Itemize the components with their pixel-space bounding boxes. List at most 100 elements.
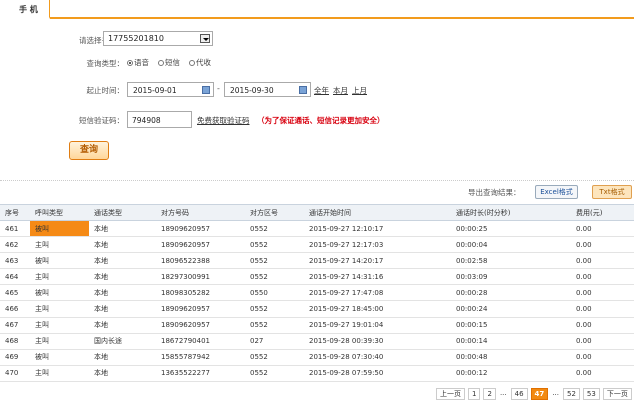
- table-row: 468 主叫 国内长途 18672790401 027 2015-09-28 00:39:…: [0, 333, 634, 350]
- cell-comm-type: 本地: [89, 252, 156, 270]
- cell-fee: 0.00: [571, 365, 634, 382]
- cell-call-type: 被叫: [30, 284, 89, 302]
- radio-sms-label: 短信: [165, 58, 180, 67]
- cell-duration: 00:00:04: [451, 236, 571, 254]
- cell-fee: 0.00: [571, 252, 634, 270]
- page-52[interactable]: 52: [562, 388, 580, 400]
- cell-fee: 0.00: [571, 268, 634, 286]
- cell-call-type: 主叫: [30, 300, 89, 318]
- start-date-input[interactable]: 2015-09-01: [127, 82, 214, 97]
- cell-comm-type: 本地: [89, 300, 156, 318]
- cell-call-type: 主叫: [30, 268, 89, 286]
- page-53[interactable]: 53: [582, 388, 600, 400]
- call-records-table: 序号 呼叫类型 通话类型 对方号码 对方区号 通话开始时间 通话时长(时分秒) …: [0, 204, 634, 382]
- cell-call-type: 被叫: [30, 220, 89, 238]
- cell-number: 18909620957: [156, 300, 245, 318]
- cell-fee: 0.00: [571, 284, 634, 302]
- radio-unchecked-icon: [189, 59, 195, 66]
- cell-duration: 00:00:12: [451, 365, 571, 382]
- table-row: 470 主叫 本地 13635522277 0552 2015-09-28 07:59:5…: [0, 365, 634, 382]
- sms-code-label: 短信验证码：: [79, 116, 124, 125]
- phone-select[interactable]: 17755201810: [103, 31, 213, 46]
- cell-comm-type: 本地: [89, 220, 156, 238]
- table-header-row: 序号 呼叫类型 通话类型 对方号码 对方区号 通话开始时间 通话时长(时分秒) …: [0, 204, 634, 221]
- cell-number: 15855787942: [156, 349, 245, 366]
- tab-mobile[interactable]: 手 机: [0, 0, 50, 19]
- get-code-link[interactable]: 免费获取验证码: [197, 115, 250, 126]
- cell-fee: 0.00: [571, 333, 634, 350]
- query-button[interactable]: 查询: [69, 141, 109, 160]
- export-excel-button[interactable]: Excel格式: [535, 185, 578, 199]
- tab-bar: 手 机: [0, 0, 634, 19]
- cell-number: 18297300991: [156, 268, 245, 286]
- link-last-month[interactable]: 上月: [352, 85, 367, 96]
- cell-area: 0552: [245, 300, 304, 318]
- table-row: 469 被叫 本地 15855787942 0552 2015-09-28 07:30:4…: [0, 349, 634, 366]
- col-header-area: 对方区号: [245, 204, 304, 221]
- cell-duration: 00:02:58: [451, 252, 571, 270]
- sms-code-input[interactable]: 794908: [127, 111, 192, 128]
- cell-comm-type: 本地: [89, 317, 156, 334]
- end-date-value: 2015-09-30: [230, 86, 274, 95]
- page-1[interactable]: 1: [468, 388, 481, 400]
- col-header-fee: 费用(元): [571, 204, 634, 221]
- cell-duration: 00:00:48: [451, 349, 571, 366]
- radio-voice[interactable]: 语音: [127, 57, 149, 68]
- cell-area: 0552: [245, 349, 304, 366]
- cell-start-time: 2015-09-27 12:10:17: [304, 220, 451, 238]
- cell-area: 0552: [245, 365, 304, 382]
- cell-start-time: 2015-09-27 14:31:16: [304, 268, 451, 286]
- cell-start-time: 2015-09-27 17:47:08: [304, 284, 451, 302]
- calendar-icon[interactable]: [202, 86, 210, 94]
- cell-comm-type: 国内长途: [89, 333, 156, 350]
- cell-fee: 0.00: [571, 236, 634, 254]
- calendar-icon[interactable]: [299, 86, 307, 94]
- cell-fee: 0.00: [571, 317, 634, 334]
- cell-duration: 00:00:25: [451, 220, 571, 238]
- cell-index: 464: [0, 268, 30, 286]
- cell-start-time: 2015-09-27 18:45:00: [304, 300, 451, 318]
- link-this-month[interactable]: 本月: [333, 85, 348, 96]
- table-row: 463 被叫 本地 18096522388 0552 2015-09-27 14:20:1…: [0, 252, 634, 270]
- divider: [0, 180, 634, 181]
- cell-number: 18672790401: [156, 333, 245, 350]
- cell-number: 18096522388: [156, 252, 245, 270]
- col-header-number: 对方号码: [156, 204, 245, 221]
- page-2[interactable]: 2: [483, 388, 496, 400]
- radio-collect[interactable]: 代收: [189, 57, 211, 68]
- cell-start-time: 2015-09-28 07:59:50: [304, 365, 451, 382]
- prev-page-button[interactable]: 上一页: [436, 388, 465, 400]
- cell-index: 461: [0, 220, 30, 238]
- cell-fee: 0.00: [571, 220, 634, 238]
- chevron-down-icon[interactable]: [200, 34, 210, 43]
- radio-voice-label: 语音: [134, 58, 149, 67]
- cell-duration: 00:00:28: [451, 284, 571, 302]
- cell-duration: 00:03:09: [451, 268, 571, 286]
- cell-index: 468: [0, 333, 30, 350]
- phone-select-value: 17755201810: [108, 34, 164, 43]
- link-full-year[interactable]: 全年: [314, 85, 329, 96]
- page-46[interactable]: 46: [510, 388, 528, 400]
- cell-index: 466: [0, 300, 30, 318]
- table-row: 466 主叫 本地 18909620957 0552 2015-09-27 18:45:0…: [0, 300, 634, 318]
- page-47-current[interactable]: 47: [530, 388, 549, 400]
- cell-start-time: 2015-09-27 19:01:04: [304, 317, 451, 334]
- page-ellipsis: ...: [498, 388, 508, 400]
- col-header-start-time: 通话开始时间: [304, 204, 451, 221]
- cell-call-type: 主叫: [30, 317, 89, 334]
- table-row: 467 主叫 本地 18909620957 0552 2015-09-27 19:01:0…: [0, 317, 634, 334]
- export-txt-button[interactable]: Txt格式: [592, 185, 632, 199]
- cell-number: 18909620957: [156, 236, 245, 254]
- cell-start-time: 2015-09-27 12:17:03: [304, 236, 451, 254]
- cell-index: 462: [0, 236, 30, 254]
- cell-comm-type: 本地: [89, 349, 156, 366]
- cell-index: 465: [0, 284, 30, 302]
- end-date-input[interactable]: 2015-09-30: [224, 82, 311, 97]
- cell-duration: 00:00:14: [451, 333, 571, 350]
- cell-index: 469: [0, 349, 30, 366]
- pagination: 上一页 1 2 ... 46 47 ... 52 53 下一页: [436, 388, 632, 400]
- security-warning: （为了保证通话、短信记录更加安全）: [257, 116, 385, 125]
- radio-sms[interactable]: 短信: [158, 57, 180, 68]
- next-page-button[interactable]: 下一页: [602, 388, 632, 400]
- table-row: 464 主叫 本地 18297300991 0552 2015-09-27 14:31:1…: [0, 268, 634, 286]
